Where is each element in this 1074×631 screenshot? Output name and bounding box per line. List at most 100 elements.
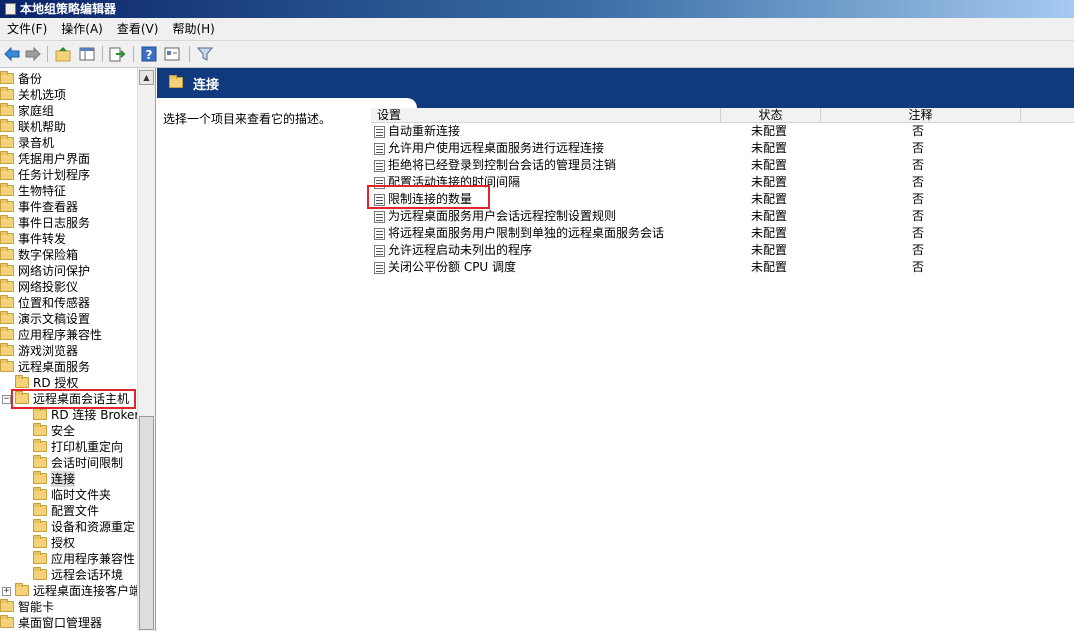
tree-item[interactable]: 网络访问保护	[0, 263, 137, 279]
tree-item-label: 网络访问保护	[18, 264, 91, 278]
setting-state: 未配置	[751, 124, 788, 138]
tree-item[interactable]: 会话时间限制	[0, 455, 137, 471]
tree-item[interactable]: 配置文件	[0, 503, 137, 519]
setting-state: 未配置	[751, 192, 788, 206]
tree-item[interactable]: 智能卡	[0, 599, 137, 615]
setting-name: 拒绝将已经登录到控制台会话的管理员注销	[388, 158, 617, 172]
menu-file[interactable]: 文件(F)	[0, 18, 54, 40]
folder-icon	[33, 487, 47, 500]
folder-icon	[15, 583, 29, 596]
setting-state: 未配置	[751, 141, 788, 155]
folder-icon	[33, 471, 47, 484]
show-hide-tree-icon[interactable]	[78, 45, 96, 63]
tree-item[interactable]: 应用程序兼容性	[0, 327, 137, 343]
tree-vertical-scrollbar[interactable]: ▲	[137, 68, 155, 631]
setting-row[interactable]: 关闭公平份额 CPU 调度 未配置 否	[371, 259, 1074, 276]
export-list-icon[interactable]	[108, 45, 126, 63]
tree-item[interactable]: 事件查看器	[0, 199, 137, 215]
tree-item[interactable]: 事件转发	[0, 231, 137, 247]
back-icon[interactable]	[3, 45, 21, 63]
expand-icon[interactable]: +	[2, 587, 11, 596]
tree-item[interactable]: 连接	[0, 471, 137, 487]
tree-item-label: 授权	[51, 536, 76, 550]
column-header-note[interactable]: 注释	[821, 108, 1021, 122]
settings-list[interactable]: 设置 状态 注释 自动重新连接 未配置否允许用户使用远程桌面服务进行远程连接 未配置…	[367, 108, 1074, 631]
svg-text:?: ?	[146, 48, 153, 62]
menu-help[interactable]: 帮助(H)	[165, 18, 221, 40]
tree-item-label: 远程桌面连接客户端	[33, 584, 142, 598]
tree-item[interactable]: 远程会话环境	[0, 567, 137, 583]
folder-icon	[0, 599, 14, 612]
tree-item[interactable]: 任务计划程序	[0, 167, 137, 183]
setting-state: 未配置	[751, 243, 788, 257]
folder-icon	[33, 503, 47, 516]
menu-action[interactable]: 操作(A)	[54, 18, 110, 40]
folder-icon	[33, 551, 47, 564]
setting-name: 关闭公平份额 CPU 调度	[388, 260, 517, 274]
tree-item[interactable]: 远程桌面服务	[0, 359, 137, 375]
tree-item-label: 应用程序兼容性	[51, 552, 136, 566]
tree-item-label: 录音机	[18, 136, 55, 150]
folder-icon	[0, 103, 14, 116]
folder-icon	[0, 615, 14, 628]
setting-name: 为远程桌面服务用户会话远程控制设置规则	[388, 209, 617, 223]
setting-state: 未配置	[751, 226, 788, 240]
tree-item-label: 临时文件夹	[51, 488, 112, 502]
setting-row[interactable]: 允许用户使用远程桌面服务进行远程连接 未配置 否	[371, 140, 1074, 157]
tree-item[interactable]: 录音机	[0, 135, 137, 151]
menu-bar: 文件(F) 操作(A) 查看(V) 帮助(H)	[0, 18, 1074, 41]
setting-row[interactable]: 拒绝将已经登录到控制台会话的管理员注销 未配置 否	[371, 157, 1074, 174]
tree-item[interactable]: 数字保险箱	[0, 247, 137, 263]
help-icon[interactable]: ?	[140, 45, 158, 63]
navigation-tree[interactable]: 备份 关机选项 家庭组 联机帮助 录音机 凭据用户界面 任务计划程序 生物特征 事件查看器 事件日…	[0, 68, 156, 631]
tree-item[interactable]: 位置和传感器	[0, 295, 137, 311]
tree-item[interactable]: 关机选项	[0, 87, 137, 103]
tree-item[interactable]: RD 连接 Broker	[0, 407, 139, 423]
scroll-up-arrow-icon[interactable]: ▲	[139, 70, 154, 85]
policy-setting-icon	[374, 160, 385, 172]
column-header-setting[interactable]: 设置	[371, 108, 721, 122]
tree-item[interactable]: 游戏浏览器	[0, 343, 137, 359]
folder-icon	[0, 135, 14, 148]
tree-item[interactable]: 应用程序兼容性	[0, 551, 137, 567]
tree-item[interactable]: 设备和资源重定	[0, 519, 137, 535]
setting-row[interactable]: 自动重新连接 未配置 否	[371, 123, 1074, 140]
up-folder-icon[interactable]	[54, 45, 72, 63]
folder-icon	[0, 183, 14, 196]
forward-icon[interactable]	[24, 45, 42, 63]
tree-item[interactable]: 事件日志服务	[0, 215, 137, 231]
properties-icon[interactable]	[163, 45, 181, 63]
tree-item-label: 家庭组	[18, 104, 55, 118]
list-header: 设置 状态 注释	[371, 108, 1074, 123]
window-title: 本地组策略编辑器	[20, 2, 117, 16]
policy-setting-icon	[374, 211, 385, 223]
folder-icon	[0, 87, 14, 100]
tree-item[interactable]: 授权	[0, 535, 137, 551]
tree-item[interactable]: 联机帮助	[0, 119, 137, 135]
scrollbar-thumb[interactable]	[139, 416, 154, 630]
tree-item[interactable]: + 远程桌面连接客户端	[0, 583, 141, 599]
filter-icon[interactable]	[196, 45, 214, 63]
tree-item-label: 安全	[51, 424, 76, 438]
folder-icon	[0, 311, 14, 324]
tree-item[interactable]: 网络投影仪	[0, 279, 137, 295]
folder-icon	[0, 343, 14, 356]
setting-row[interactable]: 允许远程启动未列出的程序 未配置 否	[371, 242, 1074, 259]
column-header-state[interactable]: 状态	[721, 108, 821, 122]
folder-icon	[0, 167, 14, 180]
tree-item[interactable]: 生物特征	[0, 183, 137, 199]
tree-item[interactable]: 临时文件夹	[0, 487, 137, 503]
setting-state: 未配置	[751, 175, 788, 189]
tree-item[interactable]: 桌面窗口管理器	[0, 615, 137, 631]
setting-row[interactable]: 将远程桌面服务用户限制到单独的远程桌面服务会话 未配置 否	[371, 225, 1074, 242]
tree-item[interactable]: 家庭组	[0, 103, 137, 119]
setting-note: 否	[912, 141, 925, 155]
collapse-icon[interactable]: −	[2, 395, 11, 404]
setting-row[interactable]: 为远程桌面服务用户会话远程控制设置规则 未配置 否	[371, 208, 1074, 225]
menu-view[interactable]: 查看(V)	[110, 18, 166, 40]
tree-item[interactable]: 凭据用户界面	[0, 151, 137, 167]
tree-item[interactable]: 打印机重定向	[0, 439, 137, 455]
tree-item[interactable]: 安全	[0, 423, 137, 439]
tree-item[interactable]: 备份	[0, 71, 137, 87]
tree-item[interactable]: 演示文稿设置	[0, 311, 137, 327]
